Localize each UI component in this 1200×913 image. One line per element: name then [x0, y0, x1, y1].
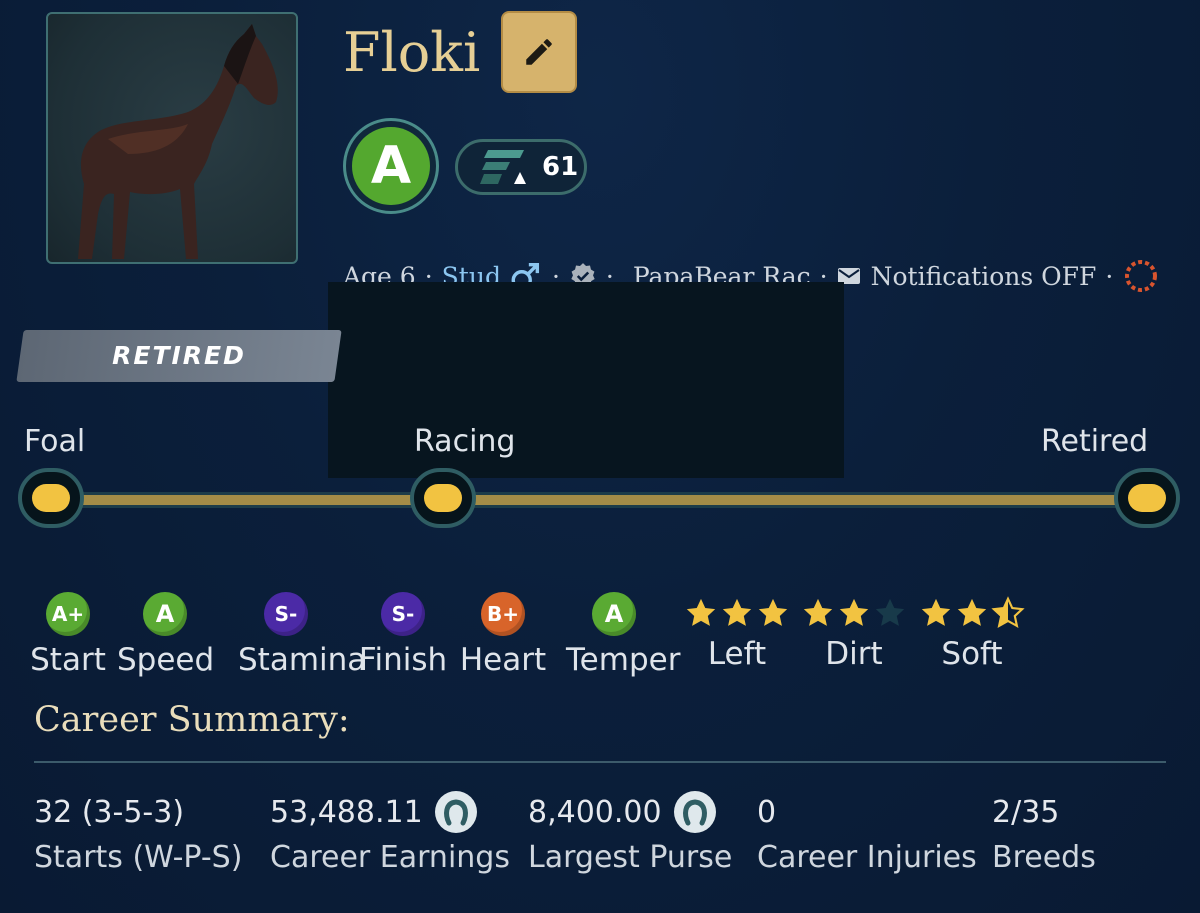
stat-value-text: 32 (3-5-3): [34, 794, 185, 830]
star-icon: [839, 598, 869, 626]
horseshoe-coin-icon: [673, 791, 716, 833]
stat-label: Breeds: [992, 840, 1096, 875]
rating-badge: B+: [481, 592, 525, 636]
stage-node-foal: [18, 468, 84, 528]
star-icon: [957, 598, 987, 626]
horse-image: [78, 24, 278, 259]
surface-dirt: Dirt: [800, 596, 908, 672]
redacted-area: [328, 282, 844, 478]
stat-career-injuries: 0 Career Injuries: [757, 790, 977, 876]
stat-value: 8,400.00: [528, 790, 732, 834]
rating-label: Finish: [358, 642, 448, 678]
star-rating: [918, 596, 1026, 632]
loading-ring-icon[interactable]: [1122, 257, 1160, 295]
rating-badge: S-: [381, 592, 425, 636]
rating-badge: S-: [264, 592, 308, 636]
star-icon: [921, 598, 951, 626]
star-rating: [800, 596, 908, 632]
star-rating: [683, 596, 791, 632]
surface-soft: Soft: [918, 596, 1026, 672]
stat-value: 2/35: [992, 790, 1096, 834]
empty-star-icon: [875, 598, 905, 626]
star-icon: [686, 598, 716, 626]
stat-starts: 32 (3-5-3) Starts (W-P-S): [34, 790, 243, 876]
rating-badge: A+: [46, 592, 90, 636]
stat-value: 53,488.11: [270, 790, 510, 834]
horse-name: Floki: [343, 21, 481, 84]
stage-node-racing: [410, 468, 476, 528]
surface-label: Left: [707, 636, 767, 672]
horse-portrait[interactable]: [46, 12, 298, 264]
rating-value: 61: [542, 152, 579, 182]
stat-largest-purse: 8,400.00 Largest Purse: [528, 790, 732, 875]
rating-temper: A Temper: [566, 592, 681, 678]
stage-node-retired: [1114, 468, 1180, 528]
rating-label: Heart: [459, 642, 547, 678]
stat-value: 0: [757, 790, 977, 834]
notifications-toggle[interactable]: Notifications OFF: [871, 262, 1097, 291]
stat-label: Career Earnings: [270, 840, 510, 875]
pencil-icon: [526, 39, 552, 65]
surface-label: Dirt: [825, 636, 883, 672]
rating-finish: S- Finish: [355, 592, 451, 678]
divider: [34, 761, 1166, 763]
stage-label-foal: Foal: [24, 424, 86, 459]
stat-label: Career Injuries: [757, 840, 977, 875]
surface-label: Soft: [941, 636, 1003, 672]
stage-label-racing: Racing: [414, 424, 516, 459]
stat-value-text: 0: [757, 794, 777, 830]
rating-start: A+ Start: [20, 592, 116, 678]
overall-grade-badge: A: [343, 118, 439, 214]
stat-value: 32 (3-5-3): [34, 790, 242, 834]
stat-label: Starts (W-P-S): [34, 840, 243, 875]
rating-badge: A: [143, 592, 187, 636]
horseshoe-coin-icon: [434, 791, 477, 833]
lifecycle-track: [50, 492, 1148, 508]
overall-grade: A: [352, 127, 430, 205]
stat-value-text: 8,400.00: [528, 794, 662, 830]
rating-speed: A Speed: [117, 592, 215, 678]
rating-icon: [480, 150, 526, 184]
rating-label: Start: [30, 642, 106, 678]
status-tag: RETIRED: [112, 341, 246, 370]
stat-breeds: 2/35 Breeds: [992, 790, 1096, 876]
star-icon: [803, 598, 833, 626]
edit-name-button[interactable]: [501, 11, 577, 93]
rating-label: Stamina: [238, 642, 367, 678]
rating-label: Speed: [117, 642, 215, 678]
stat-value-text: 2/35: [992, 794, 1060, 830]
rating-badge: A: [592, 592, 636, 636]
rating-stamina: S- Stamina: [238, 592, 367, 678]
stat-career-earnings: 53,488.11 Career Earnings: [270, 790, 510, 875]
rating-heart: B+ Heart: [455, 592, 551, 678]
stat-value-text: 53,488.11: [270, 794, 423, 830]
surface-left: Left: [683, 596, 791, 672]
star-icon: [722, 598, 752, 626]
rating-pill[interactable]: 61: [455, 139, 587, 195]
stat-label: Largest Purse: [528, 840, 733, 875]
rating-label: Temper: [566, 642, 681, 678]
stage-label-retired: Retired: [1041, 424, 1149, 459]
separator-dot: ·: [1105, 261, 1114, 291]
career-summary-title: Career Summary:: [34, 700, 350, 740]
half-star-icon: [991, 596, 1025, 628]
star-icon: [758, 598, 788, 626]
